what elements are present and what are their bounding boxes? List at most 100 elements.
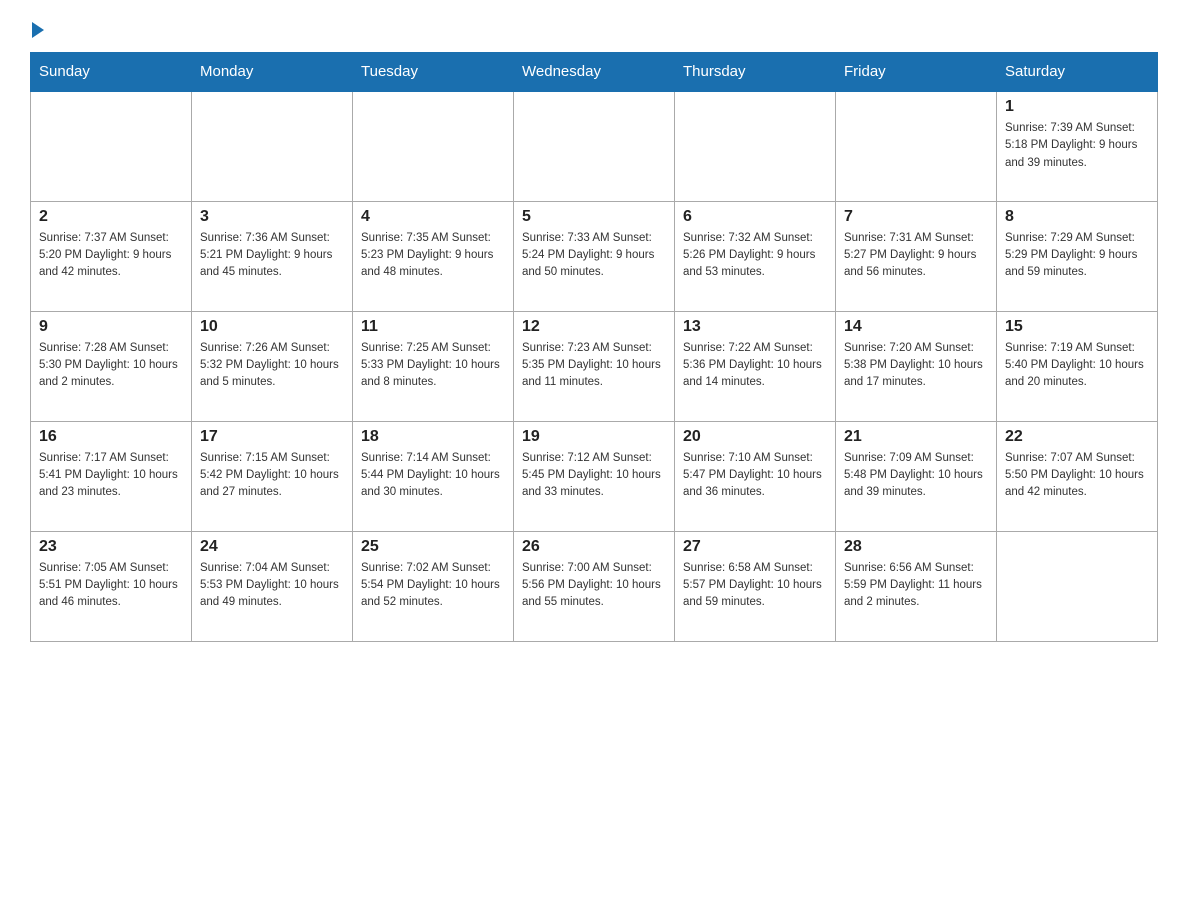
day-number: 8 (1005, 208, 1149, 226)
calendar-cell: 25 Sunrise: 7:02 AM Sunset: 5:54 PM Dayli… (353, 531, 514, 641)
day-number: 9 (39, 318, 183, 336)
calendar-cell: 17 Sunrise: 7:15 AM Sunset: 5:42 PM Dayli… (192, 421, 353, 531)
calendar-table: SundayMondayTuesdayWednesdayThursdayFrid… (30, 52, 1158, 642)
day-number: 7 (844, 208, 988, 226)
calendar-cell: 26 Sunrise: 7:00 AM Sunset: 5:56 PM Dayli… (514, 531, 675, 641)
day-number: 22 (1005, 428, 1149, 446)
day-info: Sunrise: 7:39 AM Sunset: 5:18 PM Dayligh… (1005, 120, 1149, 172)
day-info: Sunrise: 7:33 AM Sunset: 5:24 PM Dayligh… (522, 230, 666, 282)
day-number: 13 (683, 318, 827, 336)
day-number: 16 (39, 428, 183, 446)
day-info: Sunrise: 7:19 AM Sunset: 5:40 PM Dayligh… (1005, 340, 1149, 392)
calendar-cell: 12Sunrise: 7:23 AM Sunset: 5:35 PM Dayli… (514, 311, 675, 421)
day-info: Sunrise: 7:14 AM Sunset: 5:44 PM Dayligh… (361, 450, 505, 502)
day-info: Sunrise: 7:36 AM Sunset: 5:21 PM Dayligh… (200, 230, 344, 282)
calendar-cell: 14Sunrise: 7:20 AM Sunset: 5:38 PM Dayli… (836, 311, 997, 421)
day-number: 1 (1005, 98, 1149, 116)
day-number: 28 (844, 538, 988, 556)
calendar-cell: 18 Sunrise: 7:14 AM Sunset: 5:44 PM Dayli… (353, 421, 514, 531)
day-info: Sunrise: 7:29 AM Sunset: 5:29 PM Dayligh… (1005, 230, 1149, 282)
day-info: Sunrise: 7:09 AM Sunset: 5:48 PM Dayligh… (844, 450, 988, 502)
calendar-cell: 16 Sunrise: 7:17 AM Sunset: 5:41 PM Dayli… (31, 421, 192, 531)
day-info: Sunrise: 7:07 AM Sunset: 5:50 PM Dayligh… (1005, 450, 1149, 502)
day-info: Sunrise: 7:31 AM Sunset: 5:27 PM Dayligh… (844, 230, 988, 282)
day-info: Sunrise: 7:35 AM Sunset: 5:23 PM Dayligh… (361, 230, 505, 282)
calendar-cell: 3 Sunrise: 7:36 AM Sunset: 5:21 PM Daylig… (192, 201, 353, 311)
calendar-cell: 23 Sunrise: 7:05 AM Sunset: 5:51 PM Dayli… (31, 531, 192, 641)
day-number: 20 (683, 428, 827, 446)
day-info: Sunrise: 6:58 AM Sunset: 5:57 PM Dayligh… (683, 560, 827, 612)
weekday-header-wednesday: Wednesday (514, 53, 675, 92)
day-number: 27 (683, 538, 827, 556)
day-number: 26 (522, 538, 666, 556)
day-number: 21 (844, 428, 988, 446)
day-info: Sunrise: 7:05 AM Sunset: 5:51 PM Dayligh… (39, 560, 183, 612)
calendar-cell: 15 Sunrise: 7:19 AM Sunset: 5:40 PM Dayli… (997, 311, 1158, 421)
day-info: Sunrise: 7:00 AM Sunset: 5:56 PM Dayligh… (522, 560, 666, 612)
day-info: Sunrise: 7:15 AM Sunset: 5:42 PM Dayligh… (200, 450, 344, 502)
calendar-cell: 1 Sunrise: 7:39 AM Sunset: 5:18 PM Daylig… (997, 91, 1158, 201)
calendar-header: SundayMondayTuesdayWednesdayThursdayFrid… (31, 53, 1158, 92)
calendar-cell (514, 91, 675, 201)
day-number: 6 (683, 208, 827, 226)
day-number: 5 (522, 208, 666, 226)
weekday-header-saturday: Saturday (997, 53, 1158, 92)
day-info: Sunrise: 7:02 AM Sunset: 5:54 PM Dayligh… (361, 560, 505, 612)
calendar-cell: 8 Sunrise: 7:29 AM Sunset: 5:29 PM Daylig… (997, 201, 1158, 311)
calendar-week-row: 23 Sunrise: 7:05 AM Sunset: 5:51 PM Dayli… (31, 531, 1158, 641)
calendar-week-row: 2 Sunrise: 7:37 AM Sunset: 5:20 PM Daylig… (31, 201, 1158, 311)
day-number: 19 (522, 428, 666, 446)
day-number: 15 (1005, 318, 1149, 336)
day-info: Sunrise: 7:20 AM Sunset: 5:38 PM Dayligh… (844, 340, 988, 392)
day-info: Sunrise: 7:10 AM Sunset: 5:47 PM Dayligh… (683, 450, 827, 502)
day-number: 25 (361, 538, 505, 556)
calendar-cell: 27 Sunrise: 6:58 AM Sunset: 5:57 PM Dayli… (675, 531, 836, 641)
day-info: Sunrise: 7:37 AM Sunset: 5:20 PM Dayligh… (39, 230, 183, 282)
calendar-week-row: 9 Sunrise: 7:28 AM Sunset: 5:30 PM Daylig… (31, 311, 1158, 421)
day-number: 23 (39, 538, 183, 556)
calendar-cell: 28 Sunrise: 6:56 AM Sunset: 5:59 PM Dayli… (836, 531, 997, 641)
weekday-header-tuesday: Tuesday (353, 53, 514, 92)
calendar-cell (997, 531, 1158, 641)
calendar-body: 1 Sunrise: 7:39 AM Sunset: 5:18 PM Daylig… (31, 91, 1158, 641)
calendar-week-row: 16 Sunrise: 7:17 AM Sunset: 5:41 PM Dayli… (31, 421, 1158, 531)
weekday-header-monday: Monday (192, 53, 353, 92)
day-info: Sunrise: 7:22 AM Sunset: 5:36 PM Dayligh… (683, 340, 827, 392)
calendar-cell: 20 Sunrise: 7:10 AM Sunset: 5:47 PM Dayli… (675, 421, 836, 531)
calendar-cell: 22 Sunrise: 7:07 AM Sunset: 5:50 PM Dayli… (997, 421, 1158, 531)
weekday-header-friday: Friday (836, 53, 997, 92)
calendar-cell: 9 Sunrise: 7:28 AM Sunset: 5:30 PM Daylig… (31, 311, 192, 421)
calendar-cell: 13 Sunrise: 7:22 AM Sunset: 5:36 PM Dayli… (675, 311, 836, 421)
day-info: Sunrise: 7:17 AM Sunset: 5:41 PM Dayligh… (39, 450, 183, 502)
page-header (30, 20, 1158, 36)
day-number: 24 (200, 538, 344, 556)
day-number: 18 (361, 428, 505, 446)
calendar-week-row: 1 Sunrise: 7:39 AM Sunset: 5:18 PM Daylig… (31, 91, 1158, 201)
day-number: 10 (200, 318, 344, 336)
day-number: 2 (39, 208, 183, 226)
day-info: Sunrise: 7:23 AM Sunset: 5:35 PM Dayligh… (522, 340, 666, 392)
calendar-cell: 4 Sunrise: 7:35 AM Sunset: 5:23 PM Daylig… (353, 201, 514, 311)
weekday-header-sunday: Sunday (31, 53, 192, 92)
calendar-cell (192, 91, 353, 201)
day-number: 17 (200, 428, 344, 446)
calendar-cell: 19 Sunrise: 7:12 AM Sunset: 5:45 PM Dayli… (514, 421, 675, 531)
day-info: Sunrise: 7:04 AM Sunset: 5:53 PM Dayligh… (200, 560, 344, 612)
calendar-cell: 11Sunrise: 7:25 AM Sunset: 5:33 PM Dayli… (353, 311, 514, 421)
day-info: Sunrise: 7:28 AM Sunset: 5:30 PM Dayligh… (39, 340, 183, 392)
calendar-cell: 7 Sunrise: 7:31 AM Sunset: 5:27 PM Daylig… (836, 201, 997, 311)
calendar-cell: 24 Sunrise: 7:04 AM Sunset: 5:53 PM Dayli… (192, 531, 353, 641)
calendar-cell: 10 Sunrise: 7:26 AM Sunset: 5:32 PM Dayli… (192, 311, 353, 421)
calendar-cell (836, 91, 997, 201)
day-info: Sunrise: 6:56 AM Sunset: 5:59 PM Dayligh… (844, 560, 988, 612)
calendar-cell (31, 91, 192, 201)
calendar-cell (675, 91, 836, 201)
calendar-cell: 21 Sunrise: 7:09 AM Sunset: 5:48 PM Dayli… (836, 421, 997, 531)
day-number: 3 (200, 208, 344, 226)
day-info: Sunrise: 7:32 AM Sunset: 5:26 PM Dayligh… (683, 230, 827, 282)
day-info: Sunrise: 7:26 AM Sunset: 5:32 PM Dayligh… (200, 340, 344, 392)
calendar-cell: 5 Sunrise: 7:33 AM Sunset: 5:24 PM Daylig… (514, 201, 675, 311)
logo (30, 20, 44, 36)
day-info: Sunrise: 7:12 AM Sunset: 5:45 PM Dayligh… (522, 450, 666, 502)
day-number: 4 (361, 208, 505, 226)
